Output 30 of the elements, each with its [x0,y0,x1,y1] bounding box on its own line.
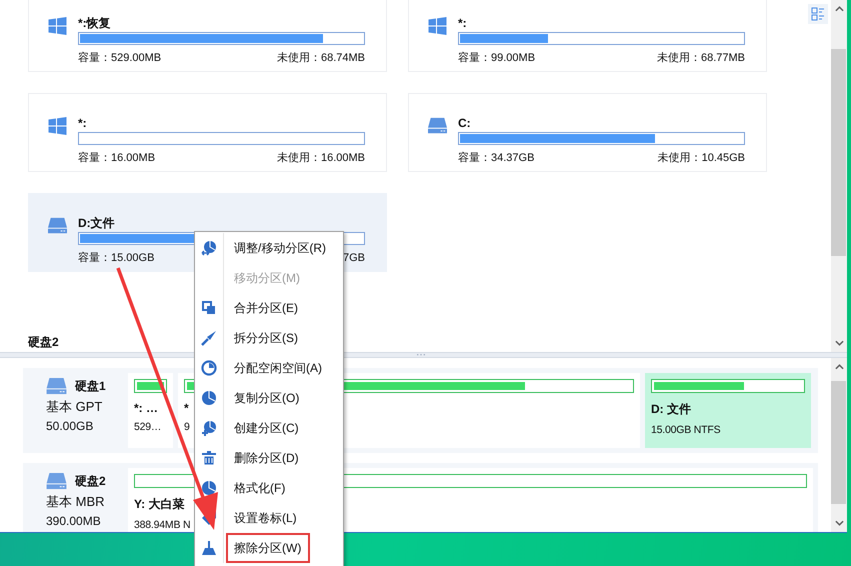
section-label: 硬盘2 [28,335,59,349]
capacity-text: 容量：15.00GB [78,251,154,265]
unused-text: 7GB [342,251,365,265]
partition-name: *: [78,116,88,131]
partition-name: C: [458,116,472,131]
capacity-text: 容量：34.37GB [458,151,534,165]
unused-text: 未使用：68.74MB [276,51,365,65]
disk-name: 硬盘1 [75,378,106,395]
disk-name: 硬盘2 [75,473,106,490]
partition-name: *: … [134,401,158,415]
capacity-text: 容量：16.00MB [78,151,156,165]
partition-name: D:文件 [78,216,116,231]
disk-size: 50.00GB [46,419,94,433]
capacity-text: 容量：529.00MB [78,51,162,65]
partition-name: * [184,401,189,415]
partition-name: D: 文件 [651,401,691,418]
partition-info: 9 [184,421,190,433]
unused-text: 未使用：16.00MB [276,151,365,165]
disk-size: 390.00MB [46,514,102,528]
capacity-text: 容量：99.00MB [458,51,536,65]
unused-text: 未使用：10.45GB [658,151,745,165]
partition-name: *:恢复 [78,16,112,31]
disk-type: 基本 GPT [46,398,104,416]
partition-name: *: [458,16,468,31]
unused-text: 未使用：68.77MB [656,51,745,65]
partition-name: Y: 大白菜 [134,496,184,513]
partition-info: 529… [134,421,162,433]
disk-type: 基本 MBR [46,493,106,511]
partition-info: 15.00GB NTFS [651,424,720,436]
partition-info: 388.94MB N [134,519,190,531]
